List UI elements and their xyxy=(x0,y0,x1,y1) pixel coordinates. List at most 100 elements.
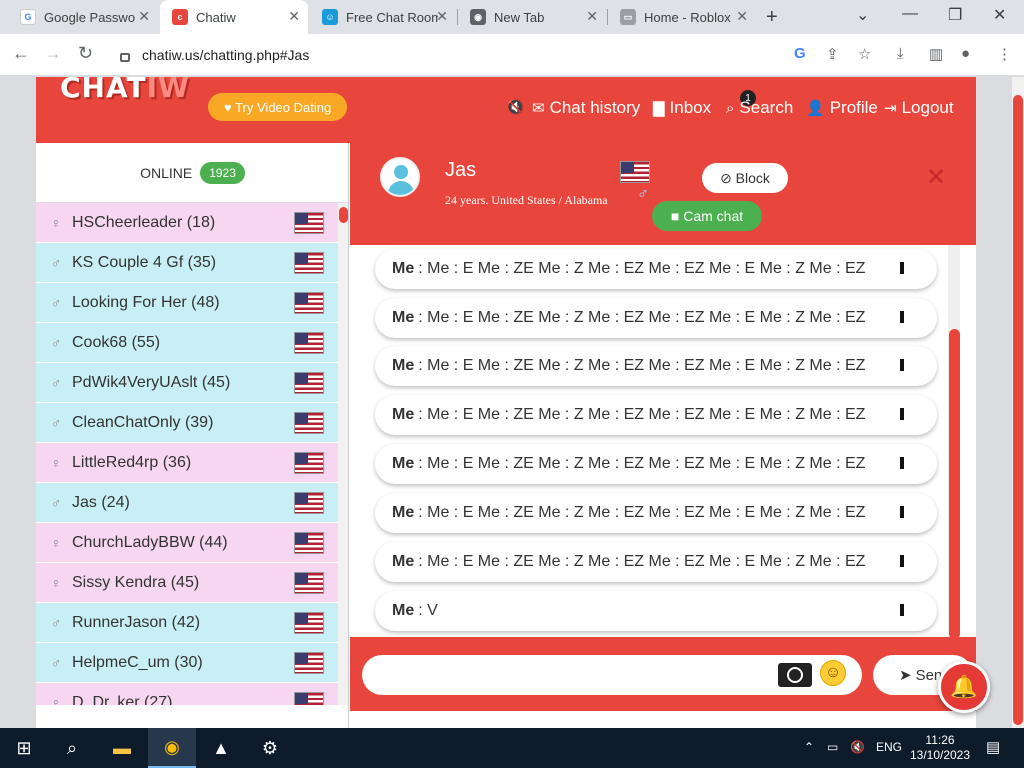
user-row[interactable]: ♀ HSCheerleader (18) xyxy=(36,203,338,243)
file-explorer-icon[interactable]: ▬ xyxy=(98,728,146,768)
profile-link[interactable]: 👤 Profile xyxy=(806,98,878,118)
tab-close-icon[interactable]: ✕ xyxy=(288,8,300,25)
message-sender: Me xyxy=(392,602,415,619)
close-window-icon[interactable]: ✕ xyxy=(993,5,1006,25)
us-flag-icon xyxy=(294,611,324,634)
reload-icon[interactable]: ↻ xyxy=(78,43,93,64)
download-icon[interactable]: ⤓ xyxy=(897,45,904,62)
tab-chatiw[interactable]: c Chatiw ✕ xyxy=(160,0,308,34)
user-name: RunnerJason (42) xyxy=(72,613,201,631)
tab-free-chat-room[interactable]: ☺ Free Chat Room ✕ xyxy=(310,0,456,34)
clock-time: 11:26 xyxy=(925,733,955,747)
message-area: Me : Me : E Me : ZE Me : Z Me : EZ Me : E… xyxy=(350,245,976,637)
back-arrow-icon[interactable]: ← xyxy=(12,43,30,64)
message-marker xyxy=(900,408,904,420)
user-list-scrollbar[interactable] xyxy=(338,203,348,705)
user-row[interactable]: ♀ Sissy Kendra (45) xyxy=(36,563,338,603)
message-bubble: Me: Me : E Me : ZE Me : Z Me : EZ Me : E… xyxy=(375,298,937,338)
search-link[interactable]: ⌕ Search xyxy=(726,98,793,118)
tab-title: Chatiw xyxy=(196,9,236,25)
mute-button[interactable]: 🔇 xyxy=(506,98,530,116)
user-row[interactable]: ♂ Cook68 (55) xyxy=(36,323,338,363)
paper-plane-icon: ➤ xyxy=(899,667,912,684)
message-text: : Me : E Me : ZE Me : Z Me : EZ Me : EZ … xyxy=(418,309,866,326)
tab-new-tab[interactable]: ◉ New Tab ✕ xyxy=(458,0,606,34)
volume-mute-icon[interactable]: 🔇 xyxy=(850,740,865,754)
try-video-dating-button[interactable]: ♥ Try Video Dating xyxy=(208,93,348,121)
share-icon[interactable]: ⇪ xyxy=(826,45,839,63)
message-bubble: Me: V xyxy=(375,591,937,631)
inbox-link[interactable]: ▇ Inbox xyxy=(653,98,711,118)
online-users-panel: ONLINE 1923 ♀ HSCheerleader (18) ♂ KS Coup… xyxy=(36,143,349,728)
tab-close-icon[interactable]: ✕ xyxy=(138,8,150,25)
inbox-label: Inbox xyxy=(669,98,712,117)
male-icon: ♂ xyxy=(50,254,62,271)
user-row[interactable]: ♂ Looking For Her (48) xyxy=(36,283,338,323)
user-icon: 👤 xyxy=(806,100,825,117)
google-lens-icon[interactable]: G xyxy=(794,45,806,62)
tab-title: Google Passwo xyxy=(44,9,136,25)
photos-icon[interactable]: ▲ xyxy=(197,728,245,768)
chatiw-logo[interactable]: CHATIW xyxy=(60,77,190,104)
logout-label: Logout xyxy=(901,98,954,117)
tab-close-icon[interactable]: ✕ xyxy=(736,8,748,25)
bookmark-star-icon[interactable]: ☆ xyxy=(858,45,871,63)
taskbar-clock[interactable]: 11:26 13/10/2023 xyxy=(902,733,978,763)
page-scroll-thumb[interactable] xyxy=(1013,95,1023,725)
message-sender: Me xyxy=(392,260,415,277)
chat-history-link[interactable]: ✉ Chat history xyxy=(532,98,640,118)
notification-center-icon[interactable]: ▤ xyxy=(986,738,1000,756)
user-name: KS Couple 4 Gf (35) xyxy=(72,253,217,271)
tab-google-passwords[interactable]: G Google Passwo ✕ xyxy=(8,0,158,34)
cam-chat-button[interactable]: ■ Cam chat xyxy=(652,201,762,231)
emoji-icon[interactable]: ☺ xyxy=(820,660,846,686)
user-row[interactable]: ♀ ChurchLadyBBW (44) xyxy=(36,523,338,563)
user-row[interactable]: ♂ CleanChatOnly (39) xyxy=(36,403,338,443)
user-list-scroll-thumb[interactable] xyxy=(339,207,348,223)
us-flag-icon xyxy=(294,371,324,394)
tab-close-icon[interactable]: ✕ xyxy=(586,8,598,25)
user-row[interactable]: ♂ Jas (24) xyxy=(36,483,338,523)
show-hidden-icons-chevron-icon[interactable]: ⌃ xyxy=(804,740,814,754)
female-icon: ♀ xyxy=(50,534,62,551)
forward-arrow-icon[interactable]: → xyxy=(44,43,62,64)
us-flag-icon xyxy=(620,161,650,183)
address-bar[interactable]: chatiw.us/chatting.php#Jas xyxy=(108,40,888,70)
settings-gear-icon[interactable]: ⚙ xyxy=(246,728,294,768)
restore-icon[interactable]: ❐ xyxy=(948,5,962,25)
logout-link[interactable]: ⇥ Logout xyxy=(884,98,954,118)
tab-roblox[interactable]: ▭ Home - Roblox ✕ xyxy=(608,0,756,34)
message-marker xyxy=(900,457,904,469)
user-row[interactable]: ♂ HelpmeC_um (30) xyxy=(36,643,338,683)
tab-search-chevron-icon[interactable]: ⌄ xyxy=(856,5,869,25)
block-button[interactable]: ⊘ Block xyxy=(702,163,788,193)
notification-bell-icon[interactable]: 🔔 xyxy=(938,661,990,713)
avatar[interactable] xyxy=(380,157,420,197)
close-chat-icon[interactable]: ✕ xyxy=(926,163,946,192)
user-name: Sissy Kendra (45) xyxy=(72,573,200,591)
network-icon[interactable]: ▭ xyxy=(827,740,838,754)
user-row[interactable]: ♂ PdWik4VeryUAslt (45) xyxy=(36,363,338,403)
windows-start-icon[interactable]: ⊞ xyxy=(0,728,48,768)
message-text: : Me : E Me : ZE Me : Z Me : EZ Me : EZ … xyxy=(418,553,866,570)
user-row[interactable]: ♂ KS Couple 4 Gf (35) xyxy=(36,243,338,283)
us-flag-icon xyxy=(294,571,324,594)
male-icon: ♂ xyxy=(50,494,62,511)
chrome-icon[interactable]: ◉ xyxy=(148,728,196,768)
camera-icon[interactable] xyxy=(778,663,812,687)
user-row[interactable]: ♂ RunnerJason (42) xyxy=(36,603,338,643)
minimize-icon[interactable]: — xyxy=(902,5,918,23)
new-tab-plus-icon[interactable]: + xyxy=(766,6,778,29)
menu-kebab-icon[interactable]: ⋮ xyxy=(997,45,1012,63)
side-panel-icon[interactable]: ▥ xyxy=(929,45,943,63)
logo-tail-text: IW xyxy=(146,77,190,104)
chat-scroll-thumb[interactable] xyxy=(949,329,960,639)
user-row[interactable]: ♀ D_Dr..ker (27) xyxy=(36,683,338,705)
user-row[interactable]: ♀ LittleRed4rp (36) xyxy=(36,443,338,483)
tab-close-icon[interactable]: ✕ xyxy=(436,8,448,25)
profile-avatar-icon[interactable]: ● xyxy=(961,45,970,62)
online-label: ONLINE xyxy=(140,164,193,181)
search-label: Search xyxy=(739,98,794,117)
language-indicator[interactable]: ENG xyxy=(876,740,902,754)
search-icon[interactable]: ⌕ xyxy=(48,728,96,768)
